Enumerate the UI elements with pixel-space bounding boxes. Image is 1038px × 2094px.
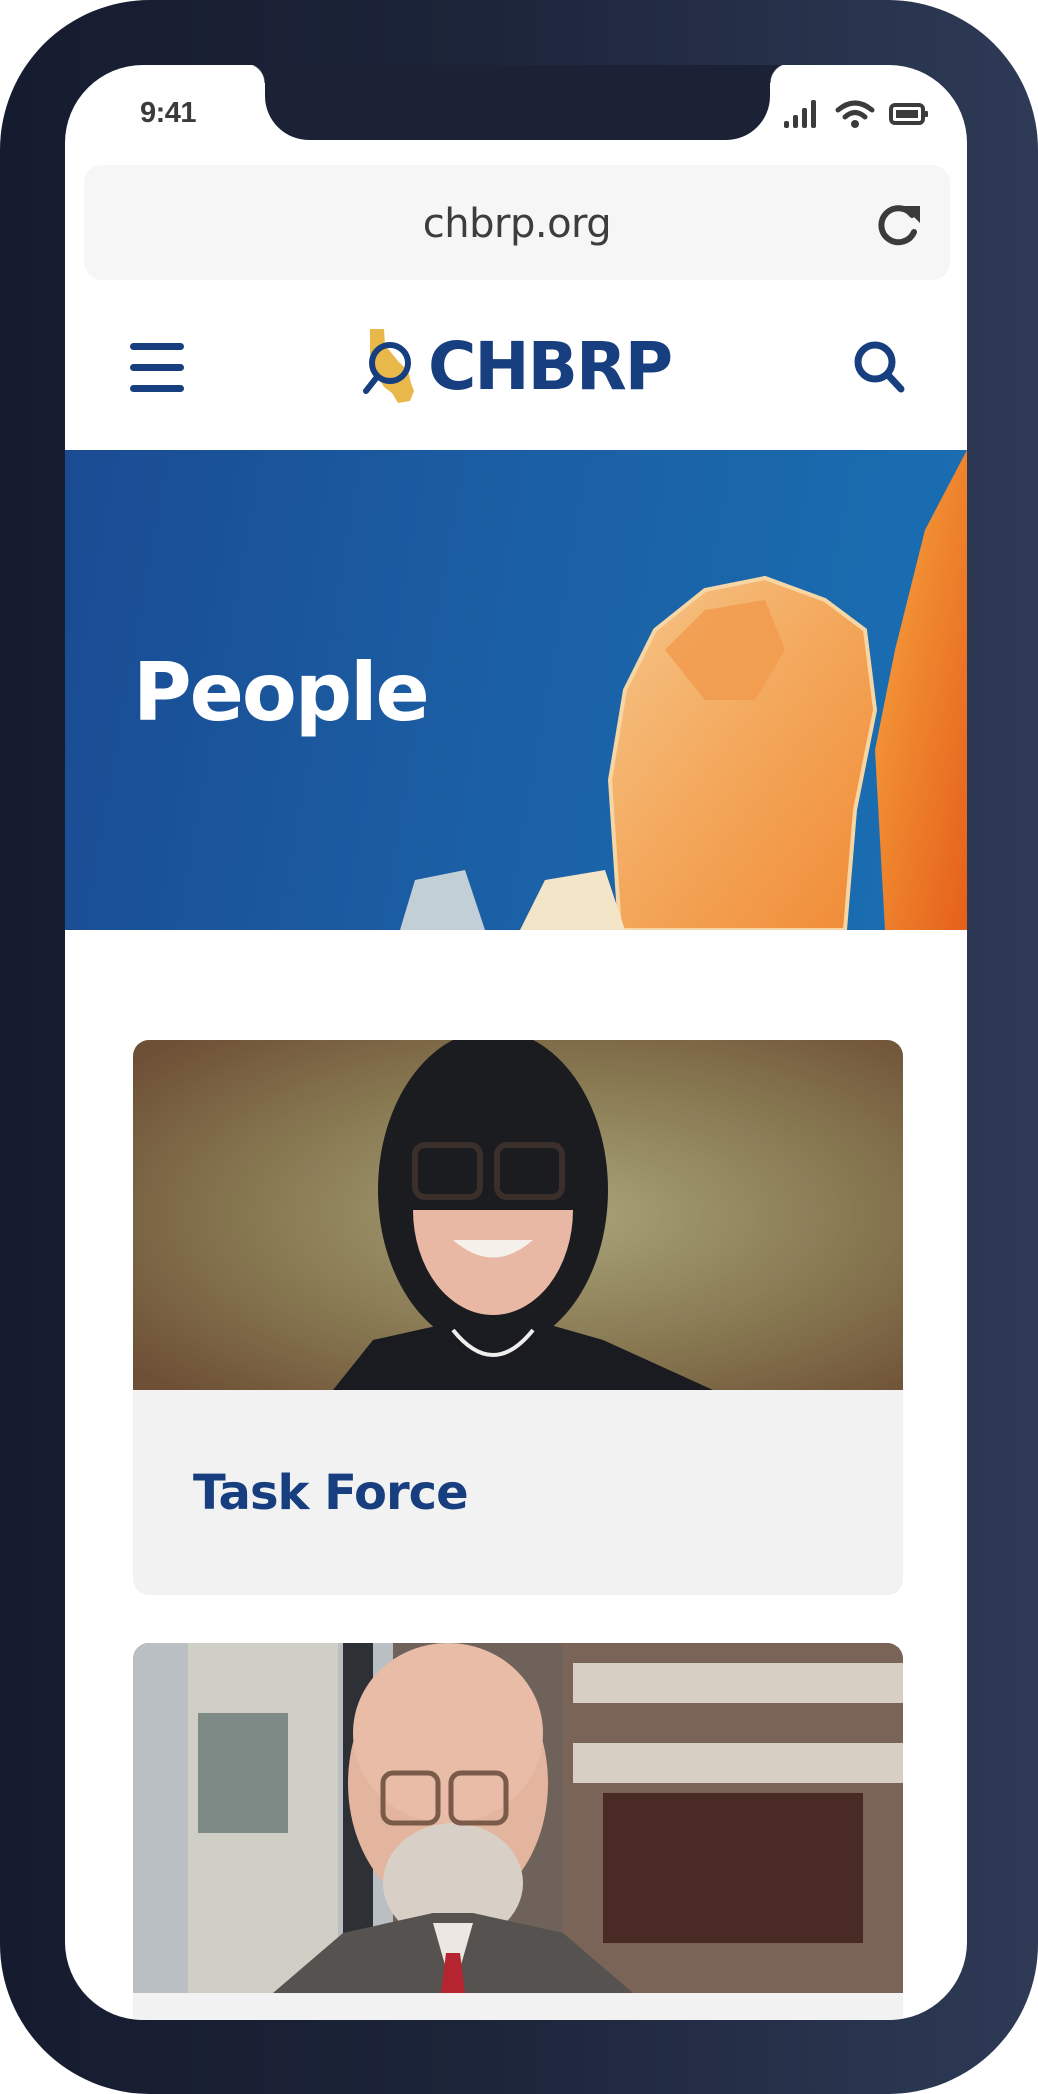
- california-magnifier-icon: [363, 329, 414, 403]
- phone-screen: 9:41 chbrp.org CHBRP People Task Force: [65, 65, 967, 2020]
- portrait-image: [133, 1643, 903, 1993]
- reload-icon[interactable]: [876, 202, 922, 248]
- site-logo[interactable]: CHBRP: [362, 327, 673, 405]
- wifi-icon: [835, 99, 875, 129]
- hero-banner: People: [65, 450, 967, 930]
- phone-frame: 9:41 chbrp.org CHBRP People Task Force: [0, 0, 1038, 2094]
- search-icon[interactable]: [853, 340, 907, 394]
- portrait-image: [133, 1040, 903, 1390]
- url-text[interactable]: chbrp.org: [84, 201, 950, 247]
- phone-notch: [245, 65, 790, 140]
- card-title[interactable]: Task Force: [193, 1465, 469, 1521]
- site-header: CHBRP: [65, 290, 967, 450]
- page-title: People: [133, 646, 430, 739]
- status-time: 9:41: [140, 97, 197, 129]
- logo-text: CHBRP: [428, 327, 673, 405]
- status-icons: [783, 99, 929, 129]
- address-bar[interactable]: chbrp.org: [84, 165, 950, 280]
- people-card[interactable]: Task Force: [133, 1040, 903, 1595]
- battery-icon: [889, 102, 929, 126]
- hamburger-menu-icon[interactable]: [130, 339, 184, 392]
- signal-icon: [783, 99, 821, 129]
- people-card[interactable]: [133, 1643, 903, 2020]
